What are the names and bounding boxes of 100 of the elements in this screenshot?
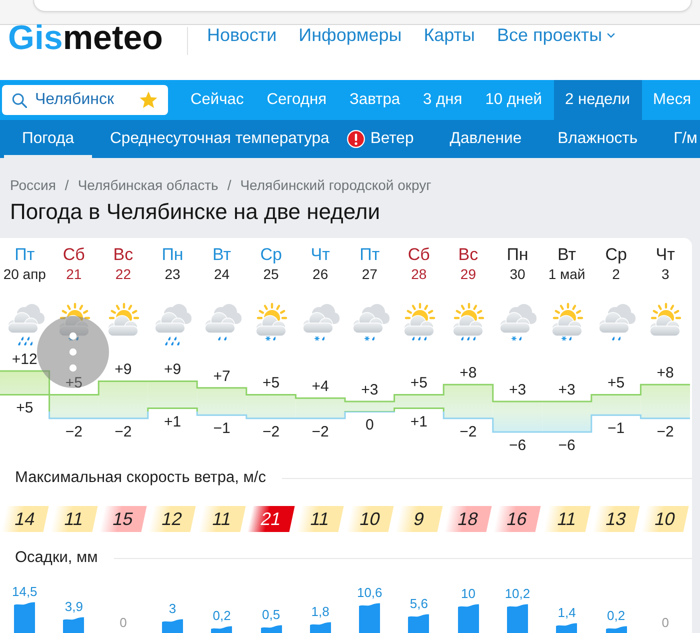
day-name: Вс: [113, 245, 134, 265]
low-temperature: +5: [16, 400, 34, 417]
period-tab[interactable]: Завтра: [338, 80, 412, 120]
day-name: Пн: [506, 245, 528, 265]
search-field[interactable]: Челябинск: [2, 85, 168, 115]
precipitation-value: 3,9: [64, 600, 83, 614]
period-tab[interactable]: Сегодня: [255, 80, 338, 120]
wind-speed: 16: [494, 506, 542, 532]
temperature-band: [148, 381, 198, 408]
chevron-down-icon: [607, 32, 616, 38]
day-date: 30: [510, 265, 526, 283]
low-temperature: −1: [213, 420, 230, 438]
day-name: Чт: [310, 245, 330, 265]
logo[interactable]: Gismeteo: [8, 21, 163, 55]
nav-link[interactable]: Карты: [424, 25, 475, 45]
wind-speed: 15: [99, 506, 147, 532]
high-temperature: +7: [213, 368, 230, 385]
precipitation-value: 3: [168, 602, 176, 616]
precipitation-bar: [606, 626, 627, 633]
period-tab[interactable]: Сейчас: [179, 80, 256, 120]
wind-speed: 11: [50, 506, 98, 532]
precipitation-value: 0: [662, 616, 669, 630]
address-bar[interactable]: [33, 0, 692, 12]
wind-speed: 21: [247, 506, 295, 532]
high-temperature: +5: [65, 374, 82, 392]
high-temperature: +5: [262, 374, 280, 392]
precipitation-value: 10: [460, 587, 476, 601]
precipitation-bar: [506, 604, 528, 633]
precipitation-value: 0: [120, 616, 127, 630]
low-temperature: −6: [558, 437, 576, 451]
day-date: 27: [362, 265, 378, 283]
day-name: Ср: [260, 245, 282, 265]
nav-link[interactable]: Информеры: [298, 25, 402, 45]
high-temperature: +3: [361, 382, 378, 398]
precipitation-bar: [556, 623, 578, 633]
precipitation-bar: [408, 614, 430, 633]
section-tab[interactable]: Ветер: [347, 120, 432, 158]
breadcrumb-separator: /: [64, 177, 69, 193]
high-temperature: +4: [312, 378, 329, 396]
day-date: 2: [612, 265, 620, 283]
period-tab[interactable]: 3 дня: [412, 80, 474, 120]
day-date: 24: [214, 265, 230, 283]
precipitation-bar: [310, 622, 331, 633]
high-temperature: +5: [410, 374, 428, 392]
wind-speed: 18: [444, 506, 492, 532]
low-temperature: −1: [608, 420, 625, 438]
day-name: Чт: [656, 245, 675, 265]
wind-speed: 12: [148, 506, 196, 532]
precipitation-value: 10,6: [356, 586, 382, 600]
temperature-band: [197, 388, 246, 416]
day-name: Сб: [62, 245, 85, 265]
precipitation-value: 1,8: [311, 605, 330, 619]
breadcrumb-link[interactable]: Челябинская область: [78, 177, 218, 193]
nav-link[interactable]: Все проекты: [496, 25, 616, 45]
floating-button[interactable]: [37, 316, 109, 388]
precipitation-bar: [14, 602, 36, 633]
period-tab[interactable]: 10 дней: [474, 80, 554, 120]
section-tab[interactable]: Среднесуточная температура: [92, 120, 348, 158]
high-temperature: +12: [12, 351, 38, 368]
precipitation-value: 0,2: [607, 609, 626, 623]
day-date: 21: [66, 265, 82, 283]
precipitation-bar: [211, 626, 232, 633]
section-tab[interactable]: Погода: [4, 120, 92, 158]
clouds-rain-icon: [152, 302, 192, 346]
day-date: 26: [312, 265, 328, 283]
star-icon[interactable]: [139, 91, 158, 109]
precipitation-value: 1,4: [558, 606, 576, 620]
wind-speed: 10: [346, 506, 394, 532]
day-date: 28: [411, 265, 427, 283]
high-temperature: +3: [558, 382, 576, 398]
dots-icon: [69, 332, 77, 372]
day-name: Пн: [162, 245, 184, 265]
low-temperature: −6: [508, 437, 526, 451]
high-temperature: +8: [460, 364, 477, 382]
day-name: Вт: [558, 245, 576, 265]
search-icon: [12, 92, 27, 108]
section-tab[interactable]: Влажность: [540, 120, 656, 158]
day-date: 23: [164, 265, 180, 283]
wind-speed: 11: [296, 506, 344, 532]
breadcrumb-link[interactable]: Челябинский городской округ: [240, 177, 432, 193]
day-date: 25: [263, 265, 279, 283]
day-name: Пт: [360, 245, 380, 265]
low-temperature: −2: [656, 423, 674, 440]
section-tab[interactable]: Давление: [432, 120, 540, 158]
wind-speed: 11: [543, 506, 591, 532]
period-tab[interactable]: 2 недели: [554, 80, 642, 120]
day-name: Вс: [458, 245, 478, 265]
day-name: Ср: [605, 245, 627, 265]
high-temperature: +5: [608, 374, 625, 392]
section-tab[interactable]: Г/м: [656, 120, 700, 158]
precipitation-value: 14,5: [12, 585, 38, 599]
nav-link[interactable]: Новости: [206, 25, 277, 45]
precipitation-bar: [359, 603, 380, 633]
breadcrumb-link[interactable]: Россия: [10, 177, 56, 193]
period-tab[interactable]: Меся: [642, 80, 700, 120]
precipitation-bar: [260, 625, 282, 633]
low-temperature: +1: [164, 413, 182, 430]
day-name: Пт: [14, 245, 35, 265]
breadcrumb-separator: /: [227, 177, 232, 193]
low-temperature: −2: [114, 423, 132, 440]
